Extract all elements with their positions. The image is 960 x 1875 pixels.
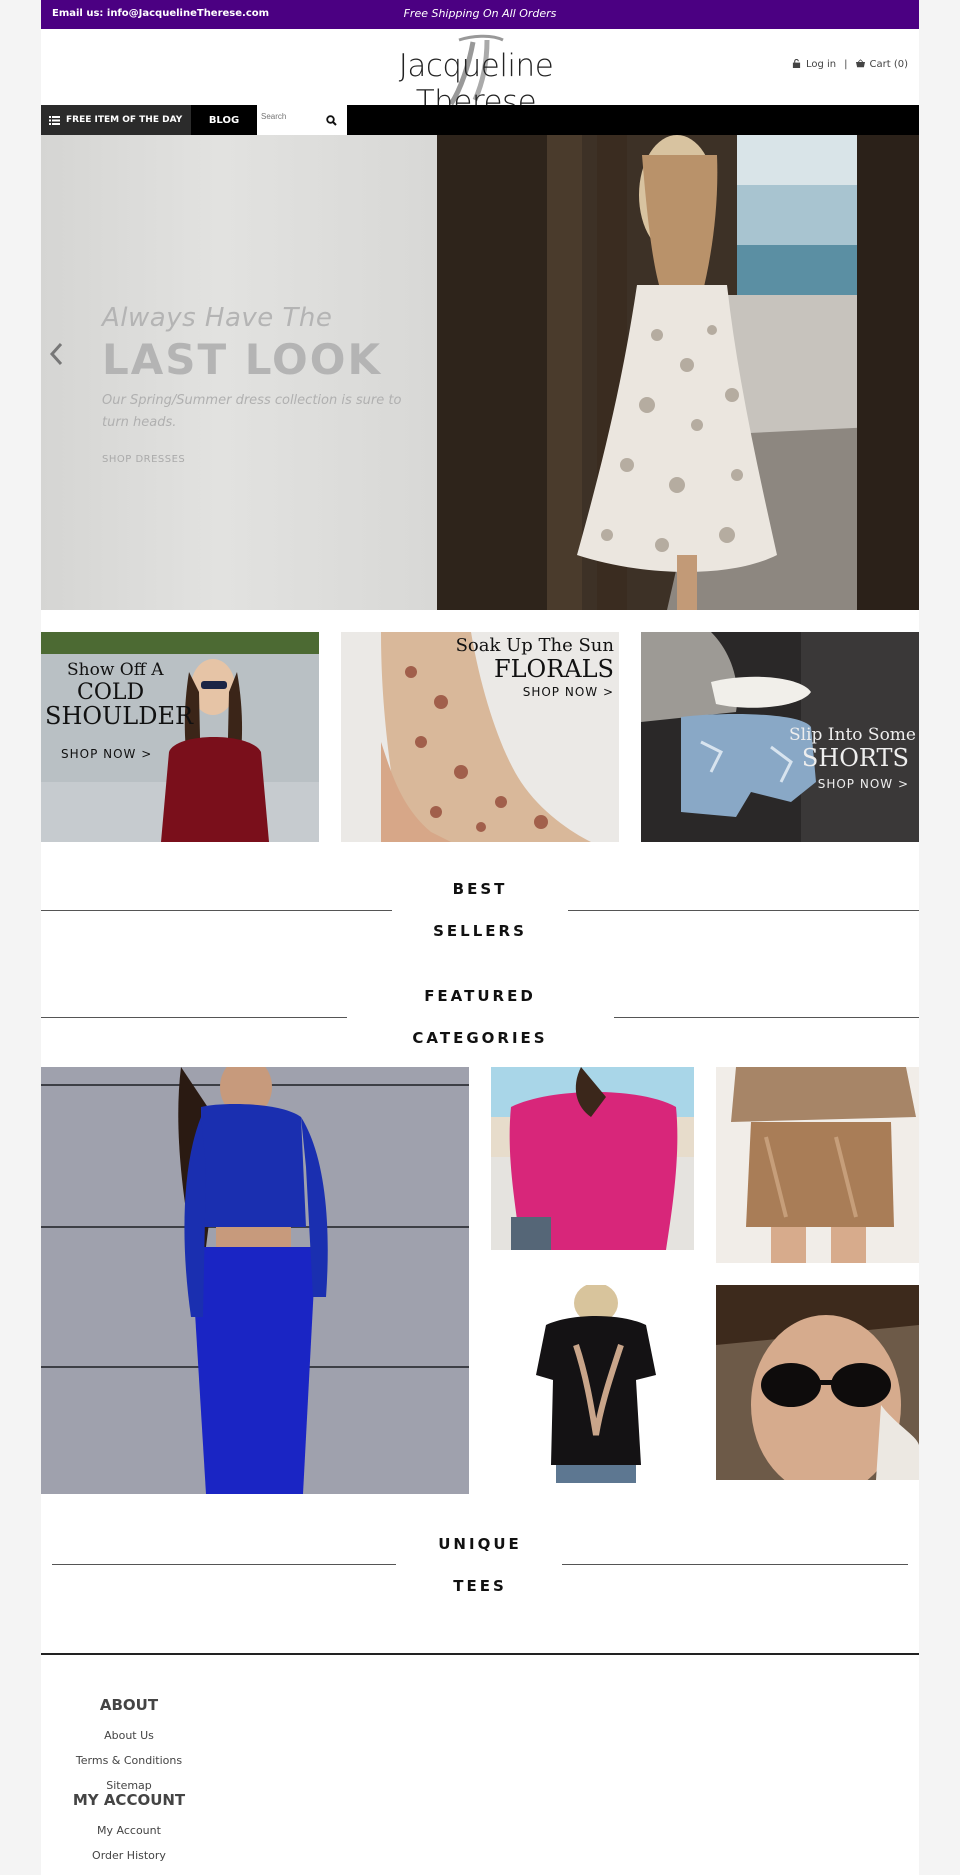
hero-subtitle: Always Have The: [102, 303, 333, 333]
unique-tees-heading-line1: UNIQUE: [438, 1535, 522, 1553]
cart-label: Cart (0): [869, 59, 909, 70]
footer-link-my-account[interactable]: My Account: [41, 1824, 217, 1837]
lock-icon: [792, 59, 801, 68]
footer-link-order-history[interactable]: Order History: [41, 1849, 217, 1862]
featured-heading-line2: CATEGORIES: [412, 1029, 548, 1047]
unique-tees-heading-line2: TEES: [453, 1577, 507, 1595]
category-tees-photo: [491, 1285, 694, 1485]
category-tops[interactable]: [491, 1067, 694, 1250]
promo-shorts-line1: Slip Into Some: [788, 725, 916, 745]
promo-florals-line2: FLORALS: [493, 655, 614, 683]
search-icon[interactable]: [326, 115, 337, 126]
basket-icon: [855, 59, 865, 68]
featured-rule-left: [41, 1017, 347, 1018]
unique-tees-rule-right: [562, 1564, 908, 1565]
main-nav: FREE ITEM OF THE DAY BLOG: [41, 105, 919, 135]
best-sellers-rule-right: [568, 910, 919, 911]
list-icon: [49, 115, 60, 125]
promo-cold-shoulder[interactable]: Show Off A COLD SHOULDER SHOP NOW >: [41, 632, 319, 842]
featured-rule-right: [614, 1017, 919, 1018]
category-tops-photo: [491, 1067, 694, 1250]
nav-free-item-of-the-day[interactable]: FREE ITEM OF THE DAY: [41, 105, 191, 135]
promo-cold-shoulder-line1: Show Off A: [67, 660, 164, 680]
hero-slider: Always Have The LAST LOOK Our Spring/Sum…: [41, 135, 919, 610]
footer-link-about-us[interactable]: About Us: [41, 1729, 217, 1742]
promo-florals-line1: Soak Up The Sun: [455, 635, 614, 656]
unique-tees-rule-left: [52, 1564, 396, 1565]
login-link[interactable]: Log in: [792, 59, 836, 70]
category-skirts[interactable]: [716, 1067, 919, 1263]
category-sets-photo: [41, 1067, 469, 1494]
footer-about-heading: ABOUT: [99, 1696, 159, 1714]
promo-cold-shoulder-line2: COLD: [77, 680, 145, 705]
nav-free-item-label: FREE ITEM OF THE DAY: [66, 115, 183, 125]
hero-photo-lace-dress: [437, 135, 919, 610]
promo-cold-shoulder-cta[interactable]: SHOP NOW >: [61, 747, 152, 761]
hero-title: LAST LOOK: [102, 335, 383, 384]
category-sets[interactable]: [41, 1067, 469, 1494]
promo-shorts-cta[interactable]: SHOP NOW >: [818, 777, 909, 791]
logo[interactable]: Jacqueline Therese: [341, 34, 611, 120]
best-sellers-heading-line1: BEST: [452, 880, 508, 898]
account-separator: |: [844, 59, 848, 70]
search-input[interactable]: [261, 108, 323, 124]
promo-florals-cta[interactable]: SHOP NOW >: [523, 685, 614, 699]
best-sellers-rule-left: [41, 910, 392, 911]
hero-description: Our Spring/Summer dress collection is su…: [102, 393, 402, 430]
shipping-banner: Free Shipping On All Orders: [403, 7, 557, 20]
category-skirts-photo: [716, 1067, 919, 1263]
category-tees[interactable]: [491, 1285, 694, 1485]
footer-divider: [41, 1653, 919, 1655]
best-sellers-heading-line2: SELLERS: [433, 922, 527, 940]
cart-link[interactable]: Cart (0): [855, 59, 909, 70]
account-links: Log in | Cart (0): [792, 59, 908, 70]
category-sunglasses[interactable]: [716, 1285, 919, 1480]
page: Email us: info@JacquelineTherese.com Fre…: [41, 0, 919, 1875]
footer-account-heading: MY ACCOUNT: [72, 1791, 186, 1809]
footer-link-terms[interactable]: Terms & Conditions: [41, 1754, 217, 1767]
login-label: Log in: [805, 59, 837, 70]
nav-blog[interactable]: BLOG: [191, 105, 257, 135]
featured-heading-line1: FEATURED: [424, 987, 536, 1005]
category-sunglasses-photo: [716, 1285, 919, 1480]
chevron-left-icon[interactable]: [47, 341, 65, 367]
promo-florals[interactable]: Soak Up The Sun FLORALS SHOP NOW >: [341, 632, 619, 842]
promo-cold-shoulder-line3: SHOULDER: [45, 702, 194, 730]
search-box: [257, 105, 347, 135]
promo-shorts-line2: SHORTS: [801, 744, 909, 772]
shop-dresses-link[interactable]: SHOP DRESSES: [102, 454, 185, 465]
announcement-bar: Email us: info@JacquelineTherese.com Fre…: [41, 0, 919, 29]
promo-shorts[interactable]: Slip Into Some SHORTS SHOP NOW >: [641, 632, 919, 842]
